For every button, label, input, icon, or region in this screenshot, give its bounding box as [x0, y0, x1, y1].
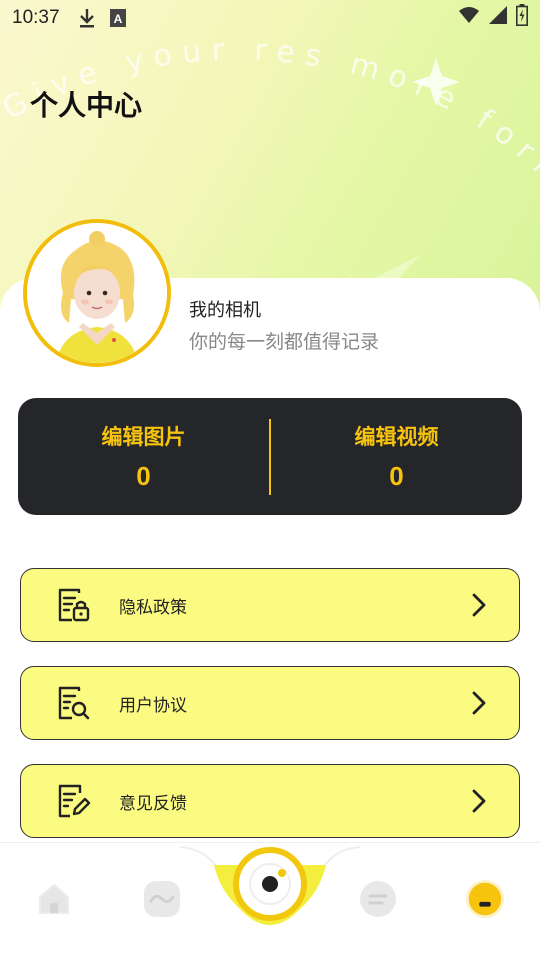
- stat-label: 编辑视频: [354, 425, 439, 449]
- signal-icon: [488, 5, 508, 31]
- wifi-icon: [458, 6, 480, 30]
- tab-wave[interactable]: [142, 879, 182, 919]
- tab-camera[interactable]: [231, 845, 309, 923]
- bottom-tab-bar: [0, 842, 540, 960]
- profile-subtitle: 你的每一刻都值得记录: [189, 331, 380, 353]
- status-time: 10:37: [12, 7, 60, 28]
- stat-edit-images[interactable]: 编辑图片 0: [18, 421, 269, 492]
- menu-item-feedback[interactable]: 意见反馈: [20, 764, 520, 838]
- menu-label: 用户协议: [119, 695, 187, 716]
- avatar-girl-icon: [27, 223, 167, 363]
- menu-item-privacy-policy[interactable]: 隐私政策: [20, 568, 520, 642]
- camera-shutter-icon: [233, 847, 307, 921]
- avatar[interactable]: [23, 219, 171, 367]
- font-icon: A: [109, 9, 126, 27]
- tab-list[interactable]: [358, 879, 398, 919]
- chevron-right-icon: [471, 690, 487, 716]
- agreement-doc-search-icon: [55, 685, 91, 721]
- download-icon: [78, 8, 96, 28]
- stat-label: 编辑图片: [101, 425, 186, 449]
- page-title: 个人中心: [30, 89, 143, 122]
- wave-icon: [144, 881, 180, 917]
- chevron-right-icon: [471, 592, 487, 618]
- svg-text:A: A: [113, 12, 122, 26]
- stat-value: 0: [389, 461, 404, 491]
- stat-value: 0: [136, 461, 151, 491]
- tab-home[interactable]: [34, 879, 74, 919]
- profile-icon: [465, 879, 505, 919]
- list-icon: [360, 881, 396, 917]
- menu-item-user-agreement[interactable]: 用户协议: [20, 666, 520, 740]
- tab-profile[interactable]: [465, 879, 505, 919]
- menu-label: 意见反馈: [119, 793, 187, 814]
- status-bar: 10:37 A: [0, 0, 540, 36]
- stat-edit-videos[interactable]: 编辑视频 0: [271, 421, 522, 492]
- feedback-doc-edit-icon: [55, 783, 91, 819]
- stats-panel: 编辑图片 0 编辑视频 0: [18, 398, 522, 515]
- profile-name: 我的相机: [189, 300, 261, 321]
- battery-icon: [516, 4, 528, 32]
- home-icon: [39, 884, 69, 914]
- chevron-right-icon: [471, 788, 487, 814]
- menu-label: 隐私政策: [119, 597, 187, 618]
- privacy-doc-lock-icon: [55, 587, 91, 623]
